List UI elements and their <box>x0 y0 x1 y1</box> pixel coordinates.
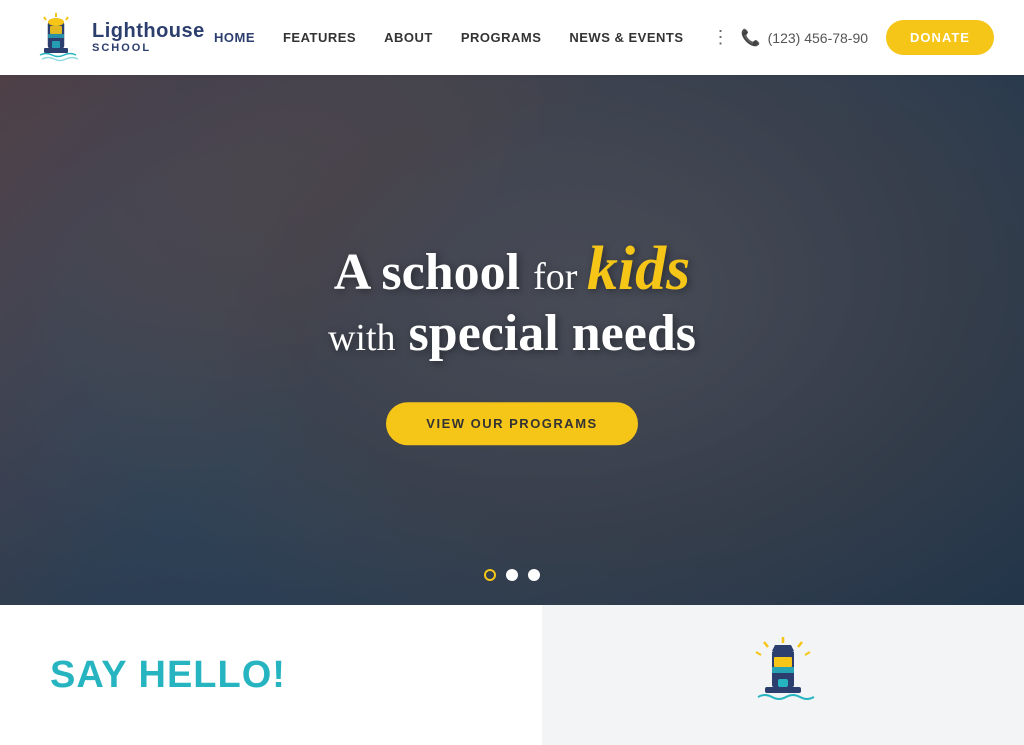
logo-text: Lighthouse SCHOOL <box>92 20 205 54</box>
main-nav: HOME FEATURES ABOUT PROGRAMS NEWS & EVEN… <box>214 27 732 48</box>
nav-features[interactable]: FEATURES <box>283 30 356 45</box>
say-hello-heading: SAY HELLO! <box>50 654 492 697</box>
hero-with: with <box>328 317 396 359</box>
phone-area[interactable]: 📞 (123) 456-78-90 <box>741 28 868 48</box>
lighthouse-logo-icon <box>30 12 82 64</box>
phone-icon: 📞 <box>741 28 761 48</box>
nav-more-icon[interactable]: ⋮ <box>712 27 732 48</box>
nav-about[interactable]: ABOUT <box>384 30 433 45</box>
hero-slider-dots <box>484 569 540 581</box>
nav-programs[interactable]: PROGRAMS <box>461 30 542 45</box>
hero-a-school: A school <box>334 244 520 301</box>
hero-dot-2[interactable] <box>506 569 518 581</box>
hero-headline-line2: with special needs <box>162 303 862 365</box>
hero-for: for <box>533 256 587 298</box>
nav-home[interactable]: HOME <box>214 30 255 45</box>
phone-number: (123) 456-78-90 <box>768 30 868 46</box>
header-right: 📞 (123) 456-78-90 DONATE <box>741 20 994 55</box>
hero-dot-3[interactable] <box>528 569 540 581</box>
bottom-left: SAY HELLO! <box>0 605 542 745</box>
logo[interactable]: Lighthouse SCHOOL <box>30 12 205 64</box>
hero-section: A school for kids with special needs VIE… <box>0 75 1024 605</box>
bottom-section: SAY HELLO! <box>0 605 1024 745</box>
donate-button[interactable]: DONATE <box>886 20 994 55</box>
hero-kids: kids <box>587 235 690 303</box>
logo-title: Lighthouse <box>92 20 205 42</box>
hero-headline-line1: A school for kids <box>162 235 862 303</box>
logo-subtitle: SCHOOL <box>92 42 205 54</box>
hero-dot-1[interactable] <box>484 569 496 581</box>
lighthouse-decorative-icon <box>743 635 823 715</box>
bottom-right <box>542 605 1024 745</box>
hero-content: A school for kids with special needs VIE… <box>162 235 862 445</box>
nav-news-events[interactable]: NEWS & EVENTS <box>569 30 683 45</box>
hero-special-needs-text: special needs <box>409 305 696 362</box>
site-header: Lighthouse SCHOOL HOME FEATURES ABOUT PR… <box>0 0 1024 75</box>
view-programs-button[interactable]: VIEW OUR PROGRAMS <box>386 402 637 445</box>
